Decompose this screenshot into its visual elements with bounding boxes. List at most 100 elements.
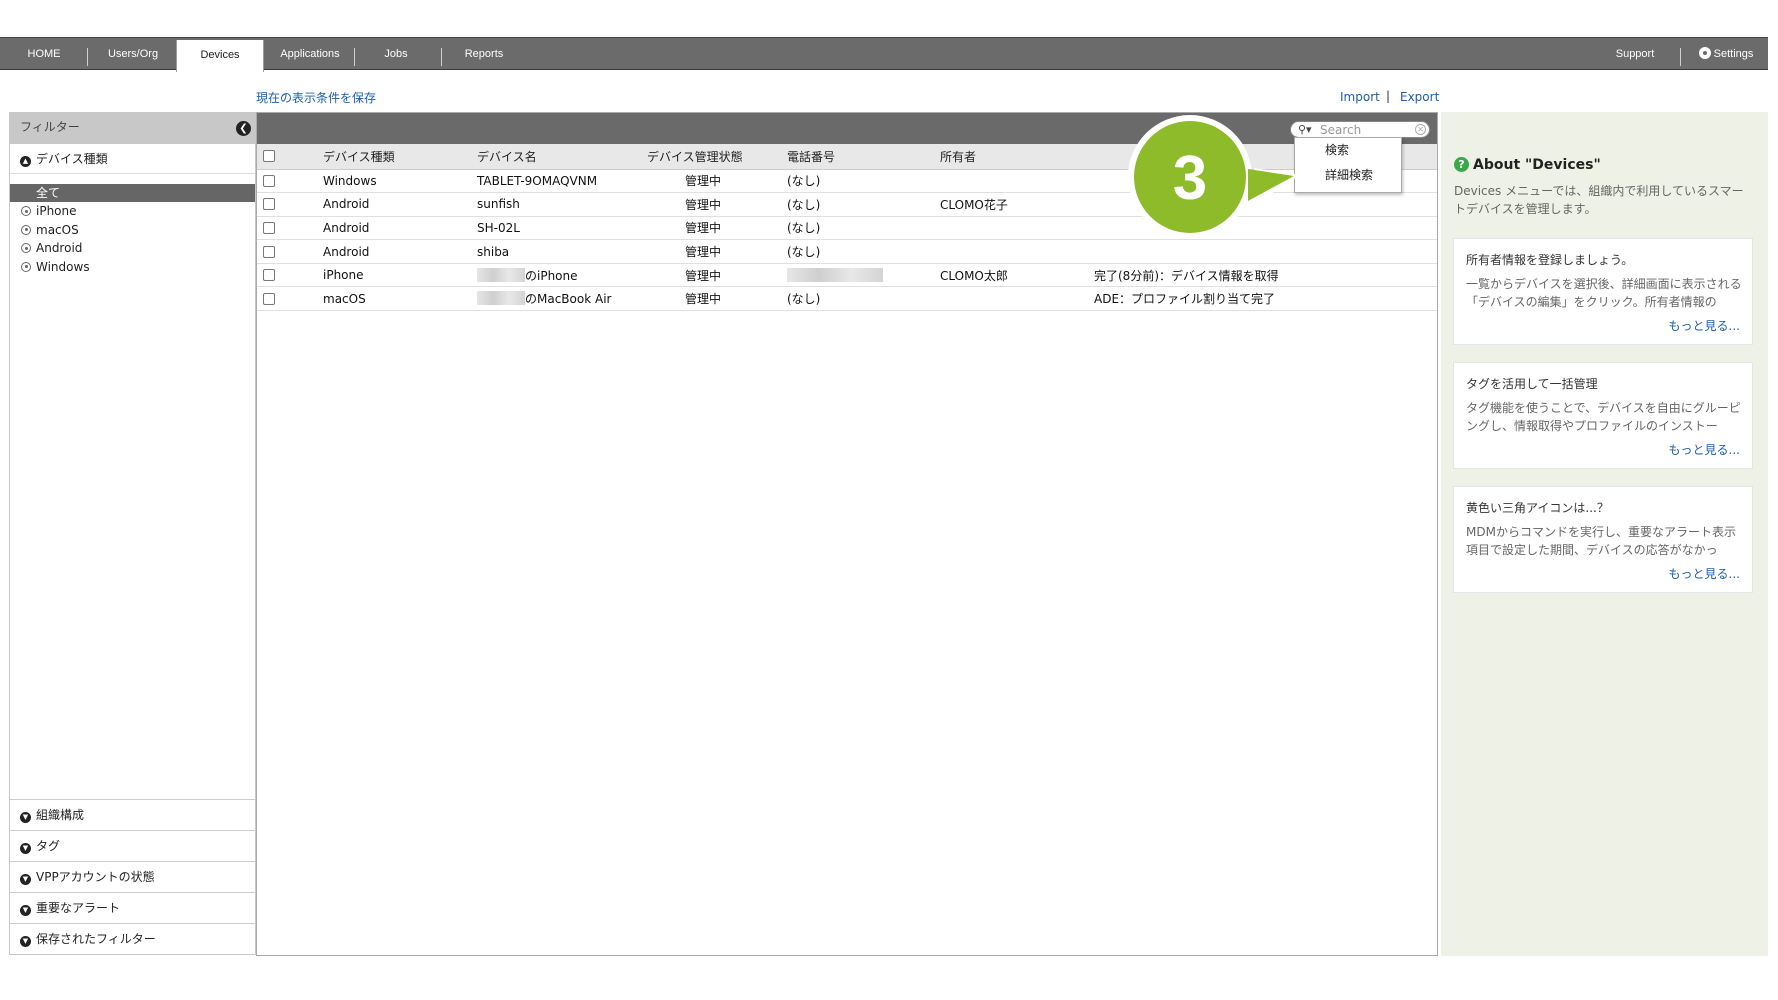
- filter-section-label: 保存されたフィルター: [36, 932, 156, 946]
- app-root: HOME Users/Org Devices Applications Jobs…: [0, 0, 1778, 1000]
- step-callout: 3: [1128, 115, 1300, 239]
- col-owner[interactable]: 所有者: [940, 144, 1094, 170]
- help-card-body: 一覧からデバイスを選択後、詳細画面に表示される「デバイスの編集」をクリック。所有…: [1466, 277, 1742, 309]
- filter-item-windows[interactable]: Windows: [10, 258, 255, 277]
- redacted-block: [477, 267, 525, 282]
- row-checkbox-cell: [257, 192, 323, 217]
- clear-icon[interactable]: ✕: [1415, 124, 1426, 135]
- cell-status: 管理中: [647, 263, 787, 288]
- help-card-title: タグを活用して一括管理: [1466, 377, 1598, 391]
- filter-item-label: Android: [36, 241, 83, 255]
- filter-item-label: iPhone: [36, 204, 77, 218]
- col-management-status[interactable]: デバイス管理状態: [647, 144, 787, 170]
- filter-item-label: 全て: [36, 186, 61, 200]
- help-card-more-link[interactable]: もっと見る...: [1669, 317, 1740, 334]
- cell-device-type: iPhone: [323, 263, 477, 288]
- table-row[interactable]: iPhone のiPhone 管理中 CLOMO太郎 完了(8分前)：デバイス情…: [257, 263, 1437, 288]
- col-phone-number[interactable]: 電話番号: [787, 144, 940, 170]
- row-checkbox[interactable]: [263, 292, 275, 305]
- help-card-body: タグ機能を使うことで、デバイスを自由にグルーピングし、情報取得やプロファイルのイ…: [1466, 401, 1741, 433]
- menu-item-search[interactable]: 検索: [1295, 138, 1401, 163]
- help-title-text: About "Devices": [1473, 157, 1601, 173]
- question-icon: ?: [1454, 157, 1469, 172]
- filter-item-iphone[interactable]: iPhone: [10, 202, 255, 221]
- cell-phone: (なし): [787, 286, 940, 312]
- filter-item-macos[interactable]: macOS: [10, 221, 255, 240]
- filter-section-alerts[interactable]: ▼ 重要なアラート: [10, 892, 255, 923]
- callout-number: 3: [1173, 144, 1207, 213]
- cell-device-name[interactable]: shiba: [477, 239, 647, 264]
- filter-section-tags[interactable]: ▼ タグ: [10, 830, 255, 861]
- filter-section-org[interactable]: ▼ 組織構成: [10, 799, 255, 830]
- help-card-more-link[interactable]: もっと見る...: [1669, 565, 1740, 582]
- row-checkbox-cell: [257, 216, 323, 241]
- filter-item-all[interactable]: 全て: [10, 184, 255, 202]
- filter-section-label: 重要なアラート: [36, 901, 121, 915]
- menu-item-advanced-search[interactable]: 詳細検索: [1295, 163, 1401, 188]
- nav-users-org[interactable]: Users/Org: [94, 38, 172, 71]
- row-checkbox-cell: [257, 169, 323, 194]
- filter-bottom-sections: ▼ 組織構成 ▼ タグ ▼ VPPアカウントの状態 ▼ 重要なアラート ▼ 保存されたフィ…: [10, 799, 255, 954]
- cell-device-name[interactable]: のMacBook Air: [477, 286, 647, 312]
- row-checkbox-cell: [257, 286, 323, 312]
- save-view-link[interactable]: 現在の表示条件を保存: [256, 89, 376, 106]
- filter-item-android[interactable]: Android: [10, 239, 255, 258]
- cell-owner: CLOMO花子: [940, 192, 1094, 217]
- row-checkbox[interactable]: [263, 198, 275, 211]
- cell-device-name[interactable]: のiPhone: [477, 263, 647, 288]
- device-type-list: 全て iPhone macOS Android Windows: [10, 184, 255, 276]
- cell-phone: (なし): [787, 192, 940, 217]
- chevron-down-icon: ▼: [20, 936, 31, 947]
- nav-applications[interactable]: Applications: [270, 38, 350, 71]
- nav-jobs[interactable]: Jobs: [362, 38, 430, 71]
- search-input[interactable]: ⚲▾ Search ✕: [1290, 121, 1430, 138]
- cell-status: 管理中: [647, 192, 787, 217]
- nav-settings[interactable]: Settings: [1690, 38, 1762, 71]
- chevron-down-icon: ▼: [20, 812, 31, 823]
- gear-icon: [1698, 47, 1711, 59]
- nav-home[interactable]: HOME: [8, 38, 80, 71]
- nav-divider: [441, 48, 442, 66]
- nav-reports[interactable]: Reports: [446, 38, 522, 71]
- redacted-block: [477, 291, 525, 306]
- cell-job: [1094, 239, 1437, 264]
- import-link[interactable]: Import: [1340, 90, 1380, 104]
- radio-icon: [21, 243, 31, 253]
- help-card: 黄色い三角アイコンは...？ MDMからコマンドを実行し、重要なアラート表示項目…: [1453, 486, 1753, 593]
- search-mode-menu: 検索 詳細検索: [1294, 137, 1402, 193]
- row-checkbox[interactable]: [263, 221, 275, 234]
- col-device-name[interactable]: デバイス名: [477, 144, 647, 170]
- device-name-text: のiPhone: [525, 268, 578, 283]
- help-card: タグを活用して一括管理 タグ機能を使うことで、デバイスを自由にグルーピングし、情…: [1453, 362, 1753, 469]
- table-row[interactable]: macOS のMacBook Air 管理中 (なし) ADE：プロファイル割り…: [257, 286, 1437, 312]
- nav-support[interactable]: Support: [1604, 38, 1666, 71]
- nav-divider: [87, 48, 88, 66]
- cell-job: 完了(8分前)：デバイス情報を取得: [1094, 263, 1437, 288]
- collapse-left-icon[interactable]: ❮: [236, 121, 251, 136]
- cell-device-type: Android: [323, 216, 477, 241]
- filter-section-device-type[interactable]: ▲ デバイス種類: [10, 144, 255, 174]
- filter-section-vpp[interactable]: ▼ VPPアカウントの状態: [10, 861, 255, 892]
- row-checkbox[interactable]: [263, 174, 275, 187]
- cell-job: ADE：プロファイル割り当て完了: [1094, 286, 1437, 312]
- top-nav: HOME Users/Org Devices Applications Jobs…: [0, 37, 1768, 72]
- filter-section-saved[interactable]: ▼ 保存されたフィルター: [10, 923, 255, 954]
- select-all-cell: [257, 144, 323, 170]
- nav-devices[interactable]: Devices: [176, 40, 264, 72]
- table-row[interactable]: Android shiba 管理中 (なし): [257, 239, 1437, 264]
- help-card-more-link[interactable]: もっと見る...: [1669, 441, 1740, 458]
- filter-item-label: Windows: [36, 259, 90, 274]
- filter-section-label: VPPアカウントの状態: [36, 870, 155, 884]
- cell-status: 管理中: [647, 169, 787, 194]
- help-description: Devices メニューでは、組織内で利用しているスマートデバイスを管理します。: [1454, 184, 1744, 216]
- select-all-checkbox[interactable]: [263, 150, 275, 163]
- cell-device-name[interactable]: sunfish: [477, 192, 647, 217]
- help-title: ? About "Devices": [1454, 157, 1601, 173]
- row-checkbox[interactable]: [263, 269, 275, 282]
- col-device-type[interactable]: デバイス種類: [323, 144, 477, 170]
- cell-device-name[interactable]: SH-02L: [477, 216, 647, 241]
- cell-device-name[interactable]: TABLET-9OMAQVNM: [477, 169, 647, 194]
- export-link[interactable]: Export: [1400, 90, 1439, 104]
- row-checkbox[interactable]: [263, 245, 275, 258]
- chevron-down-icon: ▼: [20, 843, 31, 854]
